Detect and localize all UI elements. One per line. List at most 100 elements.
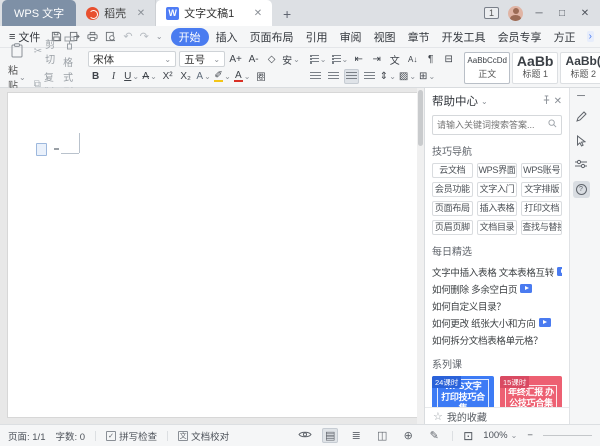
menu-tab-9[interactable]: 方正 (549, 28, 581, 46)
zoom-slider[interactable] (543, 435, 592, 437)
close-tab-icon[interactable]: ✕ (254, 8, 262, 19)
numbering-button[interactable]: ⌄ (330, 52, 349, 67)
help-button-active[interactable]: ? (573, 181, 590, 198)
zoom-out-button[interactable]: − (527, 430, 533, 441)
my-favorites-button[interactable]: ☆ 我的收藏 (425, 407, 569, 424)
close-tab-icon[interactable]: ✕ (137, 8, 145, 19)
help-search-input[interactable] (437, 120, 546, 130)
shading-button[interactable]: ▨⌄ (399, 69, 416, 84)
paste-button[interactable]: 粘贴⌄ (4, 43, 30, 92)
align-right-button[interactable] (362, 69, 377, 84)
underline-button[interactable]: U⌄ (124, 69, 139, 84)
subscript-button[interactable]: X₂ (178, 69, 193, 84)
pin-icon[interactable] (542, 95, 551, 108)
read-view-button[interactable]: ◫ (374, 428, 390, 443)
cut-button[interactable]: ✂剪切 (34, 36, 55, 66)
menu-tab-4[interactable]: 审阅 (335, 28, 367, 46)
align-center-button[interactable] (326, 69, 341, 84)
help-nav-button-9[interactable]: 页眉页脚 (432, 220, 473, 235)
menu-tab-1[interactable]: 插入 (211, 28, 243, 46)
increase-font-button[interactable]: A+ (228, 52, 243, 67)
close-panel-icon[interactable]: ✕ (554, 96, 562, 107)
undo-icon[interactable]: ↶ (123, 30, 132, 43)
outline-view-button[interactable]: ≣ (348, 428, 364, 443)
print-icon[interactable] (87, 31, 98, 42)
help-nav-button-10[interactable]: 文档目录 (477, 220, 518, 235)
show-marks-button[interactable]: ¶ (423, 52, 438, 67)
font-name-select[interactable]: 宋体⌄ (88, 51, 176, 67)
close-window-button[interactable]: ✕ (578, 8, 592, 19)
style-card-0[interactable]: AaBbCcDd正文 (464, 52, 510, 84)
decrease-font-button[interactable]: A- (246, 52, 261, 67)
daily-item-3[interactable]: 如何更改 纸张大小和方向 (432, 314, 562, 331)
menu-tab-8[interactable]: 会员专享 (493, 28, 547, 46)
doc-float-icon[interactable] (36, 143, 47, 156)
help-nav-button-0[interactable]: 云文档 (432, 163, 473, 178)
increase-indent-button[interactable]: ⇥ (369, 52, 384, 67)
redo-icon[interactable]: ↷ (140, 30, 149, 43)
daily-item-0[interactable]: 文字中插入表格 文本表格互转 (432, 263, 562, 280)
panel-collapse-handle[interactable]: ─ (577, 90, 585, 102)
minimize-button[interactable]: ─ (532, 8, 546, 19)
daily-item-2[interactable]: 如何自定义目录？ (432, 297, 562, 314)
tab-wps-home[interactable]: WPS 文字 (2, 0, 76, 26)
edit-pen-icon[interactable] (575, 111, 587, 126)
decrease-indent-button[interactable]: ⇤ (351, 52, 366, 67)
help-nav-button-6[interactable]: 页面布局 (432, 201, 473, 216)
document-scrollbar[interactable] (417, 88, 424, 424)
align-left-button[interactable] (308, 69, 323, 84)
highlight-button[interactable]: ✐⌄ (214, 69, 231, 84)
menu-tab-0[interactable]: 开始 (171, 28, 209, 46)
help-nav-button-1[interactable]: WPS界面 (477, 163, 518, 178)
menu-tab-2[interactable]: 页面布局 (245, 28, 299, 46)
sort-button[interactable]: A↓ (405, 52, 420, 67)
style-card-1[interactable]: AaBb标题 1 (512, 52, 558, 84)
tab-docer[interactable]: 稻壳 ✕ (76, 0, 156, 26)
daily-item-4[interactable]: 如何拆分文档表格单元格？ (432, 331, 562, 348)
clear-format-button[interactable]: ◇ (264, 52, 279, 67)
print-preview-icon[interactable] (105, 31, 116, 42)
menu-tab-3[interactable]: 引用 (301, 28, 333, 46)
help-nav-button-11[interactable]: 查找与替换 (521, 220, 562, 235)
proofread-button[interactable]: 文 文档校对 (178, 429, 229, 443)
enclose-character-button[interactable]: 圈 (254, 69, 269, 84)
caret-down-icon[interactable]: ⌄ (481, 97, 488, 106)
daily-item-1[interactable]: 如何删除 多余空白页 (432, 280, 562, 297)
scrollbar-thumb[interactable] (418, 90, 423, 146)
document-area[interactable] (0, 88, 424, 424)
superscript-button[interactable]: X² (160, 69, 175, 84)
help-nav-button-4[interactable]: 文字入门 (477, 182, 518, 197)
settings-sliders-icon[interactable] (575, 159, 587, 172)
bold-button[interactable]: B (88, 69, 103, 84)
italic-button[interactable]: I (106, 69, 121, 84)
page-view-button[interactable]: ▤ (322, 428, 338, 443)
tab-stops-button[interactable]: ⊟ (441, 52, 456, 67)
menu-tab-5[interactable]: 视图 (369, 28, 401, 46)
web-view-button[interactable]: ⊕ (400, 428, 416, 443)
zoom-level[interactable]: 100% ⌄ (483, 430, 517, 441)
style-card-2[interactable]: AaBb(标题 2 (560, 52, 600, 84)
pen-view-button[interactable]: ✎ (426, 428, 442, 443)
line-spacing-button[interactable]: ⇕⌄ (380, 69, 396, 84)
help-nav-button-2[interactable]: WPS账号 (521, 163, 562, 178)
spell-check-button[interactable]: ✓ 拼写检查 (106, 429, 157, 443)
justify-button[interactable] (344, 69, 359, 84)
text-effects-button[interactable]: A⌄ (196, 69, 211, 84)
font-size-select[interactable]: 五号⌄ (179, 51, 225, 67)
help-search-box[interactable] (432, 115, 562, 135)
quick-access-more-icon[interactable]: ⌄ (156, 32, 163, 41)
new-tab-button[interactable]: + (276, 4, 298, 24)
borders-button[interactable]: ⊞⌄ (419, 69, 435, 84)
help-nav-button-3[interactable]: 会员功能 (432, 182, 473, 197)
word-count[interactable]: 字数: 0 (56, 429, 86, 443)
strikethrough-button[interactable]: A⌄ (142, 69, 157, 84)
help-nav-button-5[interactable]: 文字排版 (521, 182, 562, 197)
bullets-button[interactable]: ⌄ (308, 52, 327, 67)
document-page[interactable] (7, 92, 420, 418)
help-nav-button-8[interactable]: 打印文档 (521, 201, 562, 216)
fit-page-button[interactable]: ⊡ (463, 429, 473, 443)
menu-overflow-arrow-icon[interactable]: › (587, 31, 594, 42)
maximize-button[interactable]: □ (555, 8, 569, 19)
menu-tab-6[interactable]: 章节 (403, 28, 435, 46)
user-avatar[interactable] (508, 6, 523, 21)
